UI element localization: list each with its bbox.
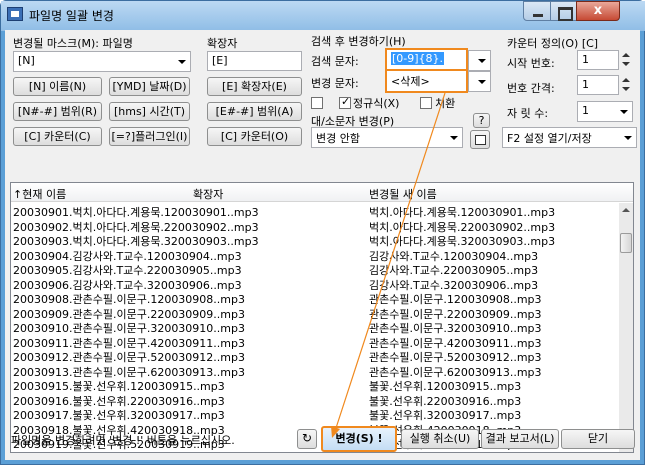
annotation-arrow <box>335 92 446 429</box>
annotation-overlay <box>331 92 446 438</box>
annotation-arrowhead <box>331 426 340 438</box>
